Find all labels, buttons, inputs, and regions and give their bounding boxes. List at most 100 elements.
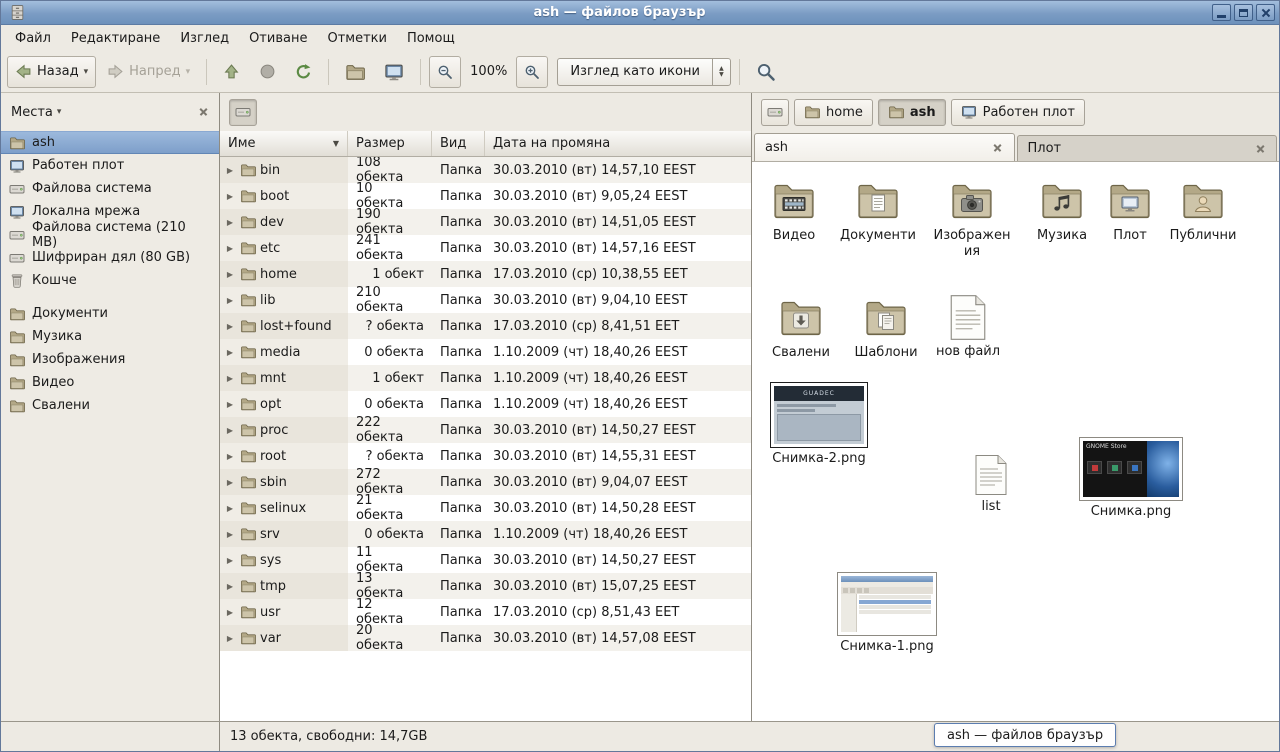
- table-row[interactable]: ▶ proc 222 обекта Папка 30.03.2010 (вт) …: [220, 417, 751, 443]
- search-button[interactable]: [748, 56, 784, 88]
- table-row[interactable]: ▶ boot 10 обекта Папка 30.03.2010 (вт) 9…: [220, 183, 751, 209]
- zoom-level: 100%: [464, 64, 513, 79]
- sidebar-item-downloads[interactable]: Свалени: [1, 394, 219, 417]
- expander-icon[interactable]: ▶: [224, 582, 236, 591]
- sidebar-item-filesystem-210mb[interactable]: Файлова система (210 MB): [1, 223, 219, 246]
- expander-icon[interactable]: ▶: [224, 322, 236, 331]
- sidebar-item-trash[interactable]: Кошче: [1, 269, 219, 292]
- close-button[interactable]: [1256, 4, 1275, 21]
- expander-icon[interactable]: ▶: [224, 348, 236, 357]
- icon-item-snimka[interactable]: GNOME Store Снимка.png: [1076, 437, 1186, 520]
- tab-close-icon[interactable]: [993, 142, 1004, 153]
- stop-button[interactable]: [251, 56, 284, 88]
- reload-button[interactable]: [287, 56, 320, 88]
- column-header-size[interactable]: Размер: [348, 131, 432, 156]
- table-row[interactable]: ▶ tmp 13 обекта Папка 30.03.2010 (вт) 15…: [220, 573, 751, 599]
- sidebar-item-documents[interactable]: Документи: [1, 302, 219, 325]
- icon-item-public[interactable]: Публични: [1160, 177, 1246, 244]
- sidebar-caret-icon[interactable]: ▾: [57, 107, 62, 117]
- sidebar-item-desktop[interactable]: Работен плот: [1, 154, 219, 177]
- tab-ash[interactable]: ash: [754, 133, 1015, 161]
- computer-button[interactable]: [376, 56, 412, 88]
- expander-icon[interactable]: ▶: [224, 244, 236, 253]
- table-row[interactable]: ▶ mnt 1 обект Папка 1.10.2009 (чт) 18,40…: [220, 365, 751, 391]
- sidebar-item-music[interactable]: Музика: [1, 325, 219, 348]
- sidebar-item-encrypted-80gb[interactable]: Шифриран дял (80 GB): [1, 246, 219, 269]
- expander-icon[interactable]: ▶: [224, 400, 236, 409]
- icon-item-documents[interactable]: Документи: [835, 177, 921, 244]
- icon-item-video[interactable]: Видео: [752, 177, 837, 244]
- icon-item-images[interactable]: Изображения: [933, 177, 1011, 259]
- tab-plot[interactable]: Плот: [1017, 135, 1278, 161]
- expander-icon[interactable]: ▶: [224, 478, 236, 487]
- table-row[interactable]: ▶ etc 241 обекта Папка 30.03.2010 (вт) 1…: [220, 235, 751, 261]
- expander-icon[interactable]: ▶: [224, 426, 236, 435]
- view-mode-select[interactable]: Изглед като икони ▲ ▼: [557, 58, 731, 86]
- path-desktop-button[interactable]: Работен плот: [951, 99, 1085, 126]
- path-home-button[interactable]: home: [794, 99, 873, 126]
- table-row[interactable]: ▶ root ? обекта Папка 30.03.2010 (вт) 14…: [220, 443, 751, 469]
- icon-item-new-file[interactable]: нов файл: [925, 294, 1011, 360]
- table-row[interactable]: ▶ var 20 обекта Папка 30.03.2010 (вт) 14…: [220, 625, 751, 651]
- back-dropdown-icon[interactable]: ▾: [84, 67, 89, 77]
- zoom-in-button[interactable]: [516, 56, 548, 88]
- menu-bookmarks[interactable]: Отметки: [319, 28, 394, 49]
- sidebar-close-icon[interactable]: [198, 107, 209, 118]
- table-row[interactable]: ▶ usr 12 обекта Папка 17.03.2010 (ср) 8,…: [220, 599, 751, 625]
- zoom-out-button[interactable]: [429, 56, 461, 88]
- expander-icon[interactable]: ▶: [224, 608, 236, 617]
- expander-icon[interactable]: ▶: [224, 218, 236, 227]
- path-root-button[interactable]: [761, 99, 789, 126]
- maximize-button[interactable]: [1234, 4, 1253, 21]
- column-header-name[interactable]: Име ▼: [220, 131, 348, 156]
- path-ash-button[interactable]: ash: [878, 99, 946, 126]
- expander-icon[interactable]: ▶: [224, 166, 236, 175]
- icon-item-list-file[interactable]: list: [948, 454, 1034, 515]
- menu-go[interactable]: Отиване: [241, 28, 315, 49]
- table-row[interactable]: ▶ opt 0 обекта Папка 1.10.2009 (чт) 18,4…: [220, 391, 751, 417]
- expander-icon[interactable]: ▶: [224, 374, 236, 383]
- sidebar-title[interactable]: Места: [11, 105, 53, 120]
- expander-icon[interactable]: ▶: [224, 556, 236, 565]
- table-row[interactable]: ▶ lib 210 обекта Папка 30.03.2010 (вт) 9…: [220, 287, 751, 313]
- table-row[interactable]: ▶ media 0 обекта Папка 1.10.2009 (чт) 18…: [220, 339, 751, 365]
- table-row[interactable]: ▶ lost+found ? обекта Папка 17.03.2010 (…: [220, 313, 751, 339]
- menu-help[interactable]: Помощ: [399, 28, 463, 49]
- expander-icon[interactable]: ▶: [224, 530, 236, 539]
- expander-icon[interactable]: ▶: [224, 270, 236, 279]
- icon-item-downloads[interactable]: Свалени: [758, 294, 844, 361]
- forward-button[interactable]: Напред ▾: [99, 56, 198, 88]
- expander-icon[interactable]: ▶: [224, 634, 236, 643]
- menu-view[interactable]: Изглед: [172, 28, 237, 49]
- table-row[interactable]: ▶ srv 0 обекта Папка 1.10.2009 (чт) 18,4…: [220, 521, 751, 547]
- combo-spin-icons[interactable]: ▲ ▼: [712, 59, 730, 85]
- table-row[interactable]: ▶ bin 108 обекта Папка 30.03.2010 (вт) 1…: [220, 157, 751, 183]
- menu-edit[interactable]: Редактиране: [63, 28, 168, 49]
- table-row[interactable]: ▶ selinux 21 обекта Папка 30.03.2010 (вт…: [220, 495, 751, 521]
- table-row[interactable]: ▶ sbin 272 обекта Папка 30.03.2010 (вт) …: [220, 469, 751, 495]
- sidebar-item-images[interactable]: Изображения: [1, 348, 219, 371]
- tab-close-icon[interactable]: [1255, 143, 1266, 154]
- up-button[interactable]: [215, 56, 248, 88]
- minimize-button[interactable]: [1212, 4, 1231, 21]
- expander-icon[interactable]: ▶: [224, 452, 236, 461]
- folder-icon: [240, 526, 256, 542]
- back-button[interactable]: Назад ▾: [7, 56, 96, 88]
- home-button[interactable]: [337, 56, 373, 88]
- icon-item-snimka1[interactable]: Снимка-1.png: [832, 572, 942, 655]
- expander-icon[interactable]: ▶: [224, 192, 236, 201]
- sidebar-item-ash[interactable]: ash: [1, 131, 219, 154]
- column-header-date[interactable]: Дата на промяна: [485, 131, 751, 156]
- expander-icon[interactable]: ▶: [224, 504, 236, 513]
- icon-item-snimka2[interactable]: GUADEC Снимка-2.png: [764, 382, 874, 467]
- table-row[interactable]: ▶ home 1 обект Папка 17.03.2010 (ср) 10,…: [220, 261, 751, 287]
- sidebar-item-filesystem[interactable]: Файлова система: [1, 177, 219, 200]
- path-root-button[interactable]: [229, 99, 257, 126]
- table-row[interactable]: ▶ sys 11 обекта Папка 30.03.2010 (вт) 14…: [220, 547, 751, 573]
- menu-file[interactable]: Файл: [7, 28, 59, 49]
- expander-icon[interactable]: ▶: [224, 296, 236, 305]
- sidebar-item-video[interactable]: Видео: [1, 371, 219, 394]
- table-row[interactable]: ▶ dev 190 обекта Папка 30.03.2010 (вт) 1…: [220, 209, 751, 235]
- icon-item-templates[interactable]: Шаблони: [843, 294, 929, 361]
- column-header-kind[interactable]: Вид: [432, 131, 485, 156]
